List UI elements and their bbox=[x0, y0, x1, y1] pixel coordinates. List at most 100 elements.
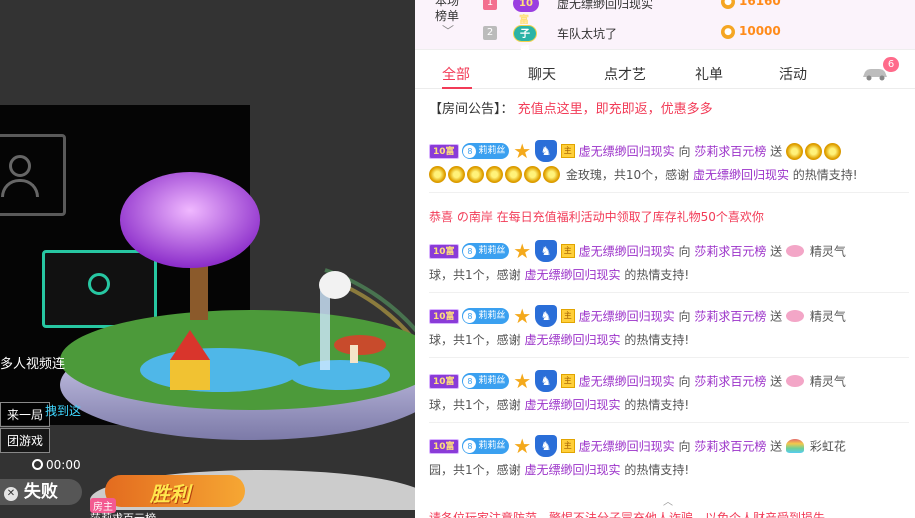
star-icon: ★ bbox=[513, 304, 532, 328]
gift-count: ，共1个，感谢 bbox=[441, 398, 521, 412]
message-text: 向 bbox=[678, 144, 691, 159]
spirit-balloon-icon bbox=[786, 375, 804, 387]
tab-activity[interactable]: 活动 bbox=[779, 64, 807, 84]
chevron-down-icon[interactable]: ﹀ bbox=[442, 22, 454, 39]
round-timer: 00:00 bbox=[32, 458, 81, 472]
sender-name[interactable]: 虚无缥缈回归现实 bbox=[579, 375, 675, 389]
rich-level-badge: 10富 bbox=[429, 308, 459, 324]
rich-level-badge: 10富 bbox=[429, 373, 459, 389]
gold-rose-icon bbox=[467, 166, 484, 183]
rank-user-name: 虚无缥缈回归现实 bbox=[557, 0, 654, 11]
sender-name[interactable]: 虚无缥缈回归现实 bbox=[579, 145, 675, 159]
thanks-name[interactable]: 虚无缥缈回归现实 bbox=[524, 463, 620, 477]
multi-video-label: 多人视频连 bbox=[0, 357, 66, 372]
rainbow-garden-icon bbox=[786, 439, 804, 453]
thanks-name[interactable]: 虚无缥缈回归现实 bbox=[693, 168, 789, 182]
announcement-tag: 【房间公告】： bbox=[429, 102, 514, 117]
thanks-name[interactable]: 虚无缥缈回归现实 bbox=[524, 333, 620, 347]
fantasy-island-gift-animation bbox=[60, 172, 415, 510]
rank-value: 16160 bbox=[739, 0, 781, 8]
ranking-label-line1: 本场 bbox=[435, 0, 460, 8]
gift-count: ，共10个，感谢 bbox=[601, 168, 690, 182]
sender-name[interactable]: 虚无缥缈回归现实 bbox=[579, 310, 675, 324]
fan-badge: 8 莉莉丝 bbox=[462, 373, 510, 389]
thanks-name[interactable]: 虚无缥缈回归现实 bbox=[524, 268, 620, 282]
thanks-name[interactable]: 虚无缥缈回归现实 bbox=[524, 398, 620, 412]
gift-name-cont: 球 bbox=[429, 333, 442, 347]
gift-message: 10富 8 莉莉丝 ★ ♞ 主 虚无缥缈回归现实 向 莎莉求百元榜 送 精灵气 球… bbox=[429, 305, 909, 358]
host-badge: 主 bbox=[560, 439, 575, 453]
receiver-name[interactable]: 莎莉求百元榜 bbox=[694, 245, 766, 259]
timer-value: 00:00 bbox=[46, 458, 81, 472]
fraud-warning: 请各位玩家注意防范，警惕不法分子冒充他人诈骗，以免个人财产受到损失。 bbox=[429, 511, 838, 518]
rich-level-badge: 10富 bbox=[429, 438, 459, 454]
gift-name: 精灵气 bbox=[809, 244, 846, 259]
play-again-button[interactable]: 来一局 bbox=[0, 402, 51, 427]
video-stage: 多人视频连 来一局 拽到这 团游戏 00:00 ✕ 失败 胜利 房主 莎莉求百元… bbox=[0, 0, 415, 518]
gold-rose-icon bbox=[543, 166, 560, 183]
tab-gift-list[interactable]: 礼单 bbox=[695, 64, 723, 84]
message-text: 向 bbox=[678, 374, 691, 389]
thanks-tail: 的热情支持! bbox=[624, 268, 690, 282]
sender-name[interactable]: 虚无缥缈回归现实 bbox=[579, 245, 675, 259]
fan-badge: 8 莉莉丝 bbox=[462, 143, 510, 159]
lose-result-bar: ✕ 失败 bbox=[0, 479, 82, 505]
gold-rose-icon bbox=[805, 142, 822, 160]
gift-name-cont: 园 bbox=[429, 463, 442, 477]
gold-rose-icon bbox=[486, 166, 503, 183]
fan-badge: 8 莉莉丝 bbox=[462, 243, 510, 259]
spirit-balloon-icon bbox=[786, 310, 804, 322]
gift-count: ，共1个，感谢 bbox=[441, 333, 521, 347]
lose-text: 失败 bbox=[23, 482, 58, 502]
message-text: 向 bbox=[678, 244, 691, 259]
message-text: 向 bbox=[678, 309, 691, 324]
session-ranking: 本场 榜单 ﹀ 1 10富 虚无缥缈回归现实 ● 16160 2 子爵 车队太坑… bbox=[415, 0, 915, 57]
message-text: 送 bbox=[770, 144, 783, 159]
gift-name: 彩虹花 bbox=[809, 439, 846, 454]
gift-count: ，共1个，感谢 bbox=[441, 463, 521, 477]
thanks-tail: 的热情支持! bbox=[792, 168, 858, 182]
message-text: 送 bbox=[770, 244, 783, 259]
clock-icon bbox=[32, 459, 43, 470]
receiver-name[interactable]: 莎莉求百元榜 bbox=[694, 440, 766, 454]
rank-number: 2 bbox=[483, 26, 497, 40]
gift-message: 10富 8 莉莉丝 ★ ♞ 主 虚无缥缈回归现实 向 莎莉求百元榜 送 金玫瑰，共… bbox=[429, 140, 909, 193]
chat-panel: 本场 榜单 ﹀ 1 10富 虚无缥缈回归现实 ● 16160 2 子爵 车队太坑… bbox=[415, 0, 915, 518]
message-text: 送 bbox=[770, 374, 783, 389]
star-icon: ★ bbox=[513, 369, 532, 393]
coin-icon: ● bbox=[721, 0, 735, 9]
host-name: 莎莉求百元榜 bbox=[90, 510, 156, 518]
star-icon: ★ bbox=[513, 239, 532, 263]
gift-name: 精灵气 bbox=[809, 309, 846, 324]
host-badge: 主 bbox=[560, 244, 575, 258]
group-game-button[interactable]: 团游戏 bbox=[0, 428, 51, 453]
chat-feed: 【房间公告】： 充值点这里，即充即返，优惠多多 10富 8 莉莉丝 ★ ♞ 主 虚… bbox=[415, 90, 915, 518]
receiver-name[interactable]: 莎莉求百元榜 bbox=[694, 310, 766, 324]
thanks-tail: 的热情支持! bbox=[624, 398, 690, 412]
receiver-name[interactable]: 莎莉求百元榜 bbox=[694, 375, 766, 389]
lose-icon: ✕ bbox=[4, 487, 18, 501]
scroll-up-icon[interactable]: ︿ bbox=[663, 493, 673, 508]
receiver-name[interactable]: 莎莉求百元榜 bbox=[694, 145, 766, 159]
fan-badge: 8 莉莉丝 bbox=[462, 438, 510, 454]
gold-rose-icon bbox=[505, 166, 522, 183]
rank-number: 1 bbox=[483, 0, 497, 10]
announcement-link[interactable]: 充值点这里，即充即返，优惠多多 bbox=[518, 102, 713, 117]
guard-shield-icon: ♞ bbox=[534, 305, 557, 327]
coin-icon: ● bbox=[721, 25, 735, 39]
tab-all[interactable]: 全部 bbox=[442, 64, 470, 84]
message-text: 送 bbox=[770, 309, 783, 324]
sender-name[interactable]: 虚无缥缈回归现实 bbox=[579, 440, 675, 454]
ranking-label[interactable]: 本场 榜单 bbox=[435, 0, 459, 24]
gold-rose-icon bbox=[824, 142, 841, 160]
gold-rose-icon bbox=[448, 166, 465, 183]
tab-chat[interactable]: 聊天 bbox=[528, 64, 556, 84]
gift-message: 10富 8 莉莉丝 ★ ♞ 主 虚无缥缈回归现实 向 莎莉求百元榜 送 精灵气 球… bbox=[429, 240, 909, 293]
car-count-badge: 6 bbox=[883, 57, 899, 72]
room-announcement: 【房间公告】： 充值点这里，即充即返，优惠多多 bbox=[429, 98, 713, 117]
gift-count: ，共1个，感谢 bbox=[441, 268, 521, 282]
gold-rose-icon bbox=[524, 166, 541, 183]
rich-level-badge: 10富 bbox=[429, 243, 459, 259]
host-badge: 主 bbox=[560, 144, 575, 158]
tab-talent[interactable]: 点才艺 bbox=[604, 64, 646, 84]
